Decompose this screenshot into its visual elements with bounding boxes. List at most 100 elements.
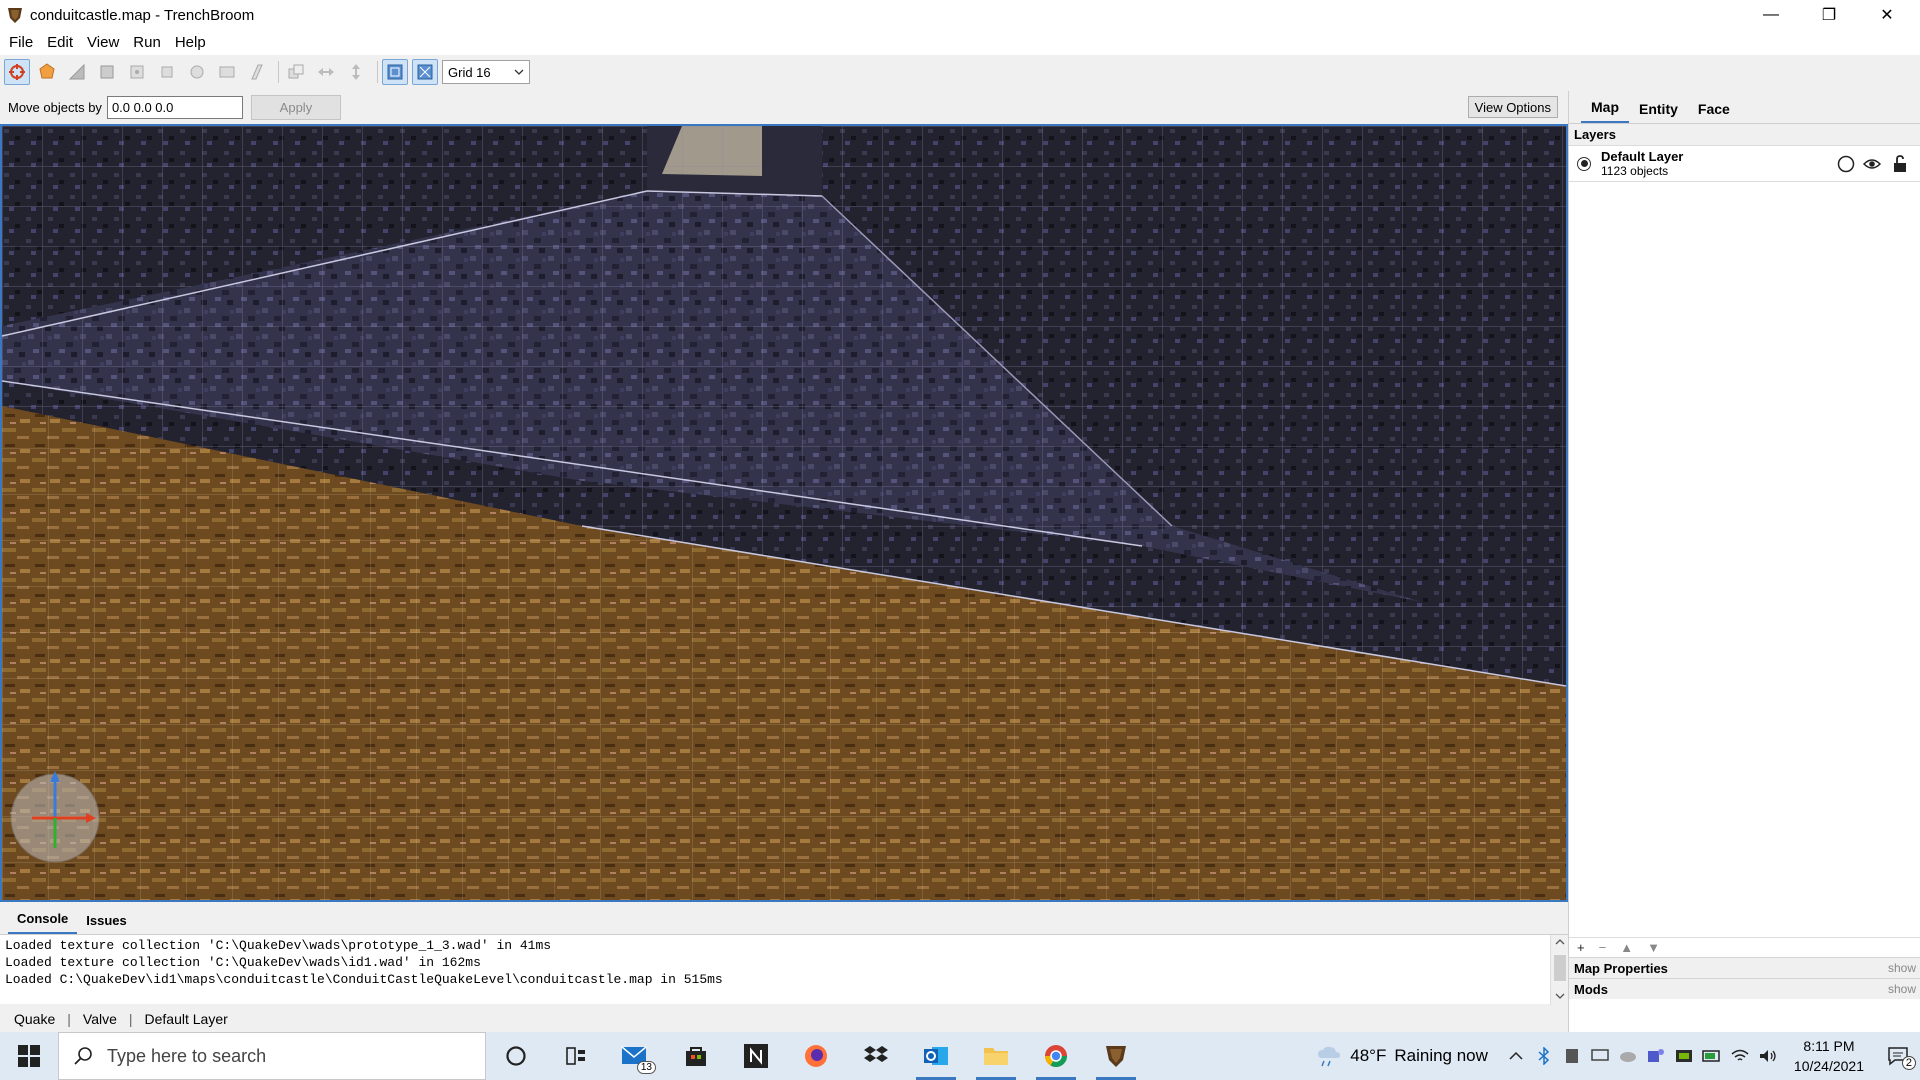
tray-app-button[interactable]: [1700, 1044, 1724, 1068]
dropbox-app-button[interactable]: [846, 1032, 906, 1080]
wifi-tray-button[interactable]: [1728, 1044, 1752, 1068]
wifi-icon: [1731, 1049, 1749, 1061]
close-button[interactable]: ✕: [1858, 0, 1916, 30]
unlock-icon[interactable]: [1891, 155, 1909, 173]
vertex-tool-button[interactable]: [64, 59, 90, 85]
maximize-button[interactable]: ❐: [1800, 0, 1858, 30]
menu-file[interactable]: File: [2, 30, 40, 55]
chrome-app-button[interactable]: [1026, 1032, 1086, 1080]
add-layer-button[interactable]: +: [1577, 940, 1585, 955]
show-hidden-icons-button[interactable]: [1504, 1044, 1528, 1068]
console-output[interactable]: Loaded texture collection 'C:\QuakeDev\w…: [0, 934, 1568, 1005]
tab-entity[interactable]: Entity: [1629, 101, 1688, 123]
mods-label: Mods: [1574, 981, 1608, 997]
grid-size-select[interactable]: Grid 16: [442, 60, 530, 84]
tray-app-button[interactable]: [1560, 1044, 1584, 1068]
menu-bar: File Edit View Run Help: [0, 30, 1920, 55]
vertex-tool-icon: [68, 63, 85, 80]
csg-subtract-icon: [251, 64, 263, 80]
display-tray-icon: [1591, 1049, 1609, 1061]
face-tool-icon: [130, 65, 144, 79]
outlook-app-button[interactable]: [906, 1032, 966, 1080]
menu-run[interactable]: Run: [126, 30, 168, 55]
windows-logo-icon: [18, 1045, 40, 1067]
flip-vertical-button[interactable]: [343, 59, 369, 85]
layer-object-count: 1123 objects: [1601, 164, 1669, 178]
uv-lock-icon: [417, 64, 433, 80]
weather-condition: Raining now: [1394, 1046, 1488, 1065]
duplicate-button[interactable]: [283, 59, 309, 85]
weather-widget[interactable]: 48°F Raining now: [1316, 1045, 1488, 1067]
rain-cloud-icon: [1318, 1046, 1341, 1067]
map-properties-section[interactable]: Map Properties show: [1569, 957, 1920, 978]
bluetooth-tray-button[interactable]: [1532, 1044, 1556, 1068]
csg-convex-icon: [190, 65, 204, 79]
tab-map[interactable]: Map: [1581, 99, 1629, 123]
teams-tray-button[interactable]: [1644, 1044, 1668, 1068]
mail-app-button[interactable]: 13: [606, 1032, 666, 1080]
menu-view[interactable]: View: [80, 30, 126, 55]
csg-merge-button[interactable]: [214, 59, 240, 85]
start-button[interactable]: [0, 1032, 58, 1080]
dropbox-icon: [864, 1046, 888, 1062]
menu-help[interactable]: Help: [168, 30, 213, 55]
trenchbroom-app-button[interactable]: [1086, 1032, 1146, 1080]
console-scrollbar[interactable]: [1550, 935, 1568, 1005]
title-bar: conduitcastle.map - TrenchBroom — ❐ ✕: [0, 0, 1920, 30]
scroll-thumb[interactable]: [1554, 955, 1566, 981]
file-explorer-app-button[interactable]: [966, 1032, 1026, 1080]
tab-face[interactable]: Face: [1688, 101, 1740, 123]
csg-subtract-button[interactable]: [244, 59, 270, 85]
layer-active-radio[interactable]: [1577, 156, 1591, 171]
edge-tool-button[interactable]: [94, 59, 120, 85]
firefox-app-button[interactable]: [786, 1032, 846, 1080]
view-options-button[interactable]: View Options: [1467, 96, 1558, 118]
tray-app-button[interactable]: [1588, 1044, 1612, 1068]
cortana-button[interactable]: [486, 1032, 546, 1080]
texture-lock-button[interactable]: [382, 59, 408, 85]
inspector-tabs: Map Entity Face: [1569, 91, 1920, 124]
flip-horizontal-button[interactable]: [313, 59, 339, 85]
layer-button-row: + − ▲ ▼: [1569, 937, 1920, 957]
face-tool-button[interactable]: [124, 59, 150, 85]
volume-tray-button[interactable]: [1756, 1044, 1780, 1068]
move-layer-up-button[interactable]: ▲: [1620, 940, 1633, 955]
teams-icon: [1647, 1049, 1664, 1062]
chevron-down-icon: [514, 69, 524, 75]
mods-show-link[interactable]: show: [1888, 982, 1916, 996]
apply-button[interactable]: Apply: [250, 95, 341, 120]
camera-tool-icon: [9, 64, 25, 80]
edge-tool-icon: [100, 65, 114, 79]
3d-viewport[interactable]: [0, 124, 1568, 902]
notion-app-button[interactable]: [726, 1032, 786, 1080]
menu-edit[interactable]: Edit: [40, 30, 80, 55]
move-layer-down-button[interactable]: ▼: [1647, 940, 1660, 955]
action-center-button[interactable]: 2: [1878, 1044, 1918, 1070]
volume-icon: [1759, 1050, 1776, 1062]
csg-merge-icon: [219, 66, 235, 78]
taskbar-clock[interactable]: 8:11 PM 10/24/2021: [1794, 1036, 1864, 1076]
tab-issues[interactable]: Issues: [77, 913, 135, 934]
toolbar: Grid 16: [0, 55, 1920, 89]
layer-row-default[interactable]: Default Layer 1123 objects: [1569, 146, 1920, 182]
firefox-icon: [805, 1045, 827, 1067]
csg-convex-button[interactable]: [184, 59, 210, 85]
layer-omit-icon[interactable]: [1837, 155, 1855, 173]
tab-console[interactable]: Console: [8, 911, 78, 934]
task-view-button[interactable]: [546, 1032, 606, 1080]
camera-tool-button[interactable]: [4, 59, 30, 85]
uv-lock-button[interactable]: [412, 59, 438, 85]
nvidia-tray-button[interactable]: [1672, 1044, 1696, 1068]
rotate-tool-icon: [39, 63, 55, 79]
taskbar-search-box[interactable]: Type here to search: [58, 1032, 486, 1080]
rotate-tool-button[interactable]: [34, 59, 60, 85]
clip-tool-button[interactable]: [154, 59, 180, 85]
store-app-button[interactable]: [666, 1032, 726, 1080]
eye-icon[interactable]: [1863, 155, 1881, 173]
move-objects-input[interactable]: [106, 96, 243, 119]
mods-section[interactable]: Mods show: [1569, 978, 1920, 999]
map-properties-show-link[interactable]: show: [1888, 961, 1916, 975]
tray-app-button[interactable]: [1616, 1044, 1640, 1068]
remove-layer-button[interactable]: −: [1599, 940, 1607, 955]
minimize-button[interactable]: —: [1742, 0, 1800, 30]
